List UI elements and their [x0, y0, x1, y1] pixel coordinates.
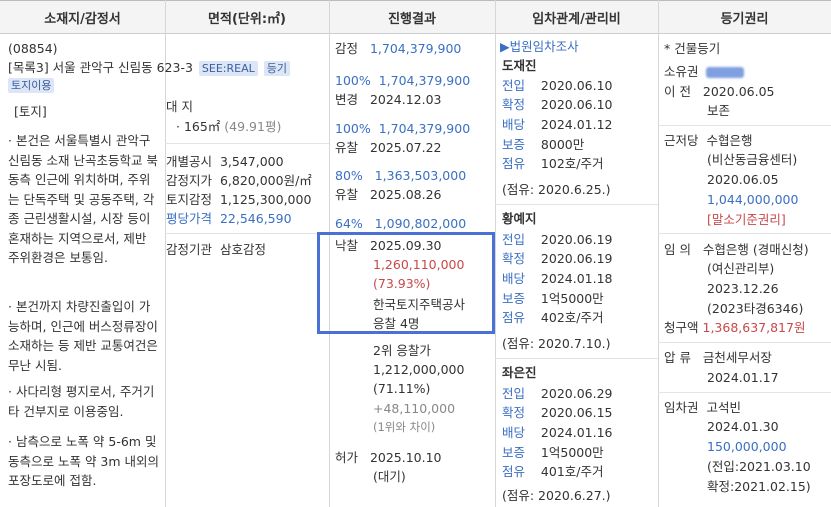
auction-detail-table: 소재지/감정서 면적(단위:㎡) 진행결과 임차관계/관리비 등기권리 (088…: [0, 0, 831, 507]
sold-highlight-box: [317, 232, 495, 334]
leasehold-confirm: 확정:2021.02.15): [707, 479, 811, 494]
building-registry-title: * 건물등기: [664, 41, 721, 56]
description-1: · 본건은 서울특별시 관악구 신림동 소재 난곡초등학교 북동측 인근에 위치…: [8, 133, 158, 265]
round-4-price: 64% 1,090,802,000: [335, 216, 467, 231]
leasehold-amount: 150,000,000: [707, 439, 787, 454]
zipcode: (08854): [8, 41, 58, 56]
mortgage: 근저당 수협은행: [664, 133, 753, 148]
header-registry: 등기권리: [658, 0, 831, 34]
land-use-link[interactable]: 토지이용: [8, 78, 55, 93]
description-3: · 사다리형 평지로서, 주거기타 건부지로 이용중임.: [8, 384, 155, 419]
public-price: 개별공시 3,547,000: [166, 154, 284, 169]
price-per-pyeong: 평당가격 22,546,590: [166, 211, 292, 226]
land-label: [토지]: [14, 104, 47, 119]
registry-link[interactable]: 등기: [263, 61, 290, 76]
leasehold-move-in: (전입:2021.03.10: [707, 459, 811, 474]
header-tenant: 임차관계/관리비: [495, 0, 658, 34]
masked-owner: [706, 67, 745, 78]
second-bid-amount: 1,212,000,000: [373, 362, 465, 377]
appraisal-agency: 감정기관 삼호감정: [166, 242, 266, 257]
permit-note: (대기): [373, 469, 406, 484]
seizure-date: 2024.01.17: [707, 370, 779, 385]
round-1-status: 변경 2024.12.03: [335, 92, 442, 107]
appraisal-value: 감정 1,704,379,900: [335, 41, 462, 56]
permit-status: 허가 2025.10.10: [335, 450, 442, 465]
round-2-status: 유찰 2025.07.22: [335, 140, 442, 155]
bid-difference-note: (1위와 차이): [373, 420, 436, 434]
claim-amount: 청구액 1,368,637,817원: [664, 320, 806, 335]
second-bid-ratio: (71.11%): [373, 381, 431, 396]
mortgage-date: 2020.06.05: [707, 172, 779, 187]
ownership: 소유권: [664, 62, 745, 81]
land-area: · 165㎡ (49.91평): [176, 119, 282, 134]
description-4: · 남측으로 노폭 약 5-6m 및 동측으로 노폭 약 3m 내외의 포장도로…: [8, 434, 160, 488]
mortgage-branch: (비산동금융센터): [707, 152, 798, 167]
second-bid-label: 2위 응찰가: [373, 343, 431, 358]
leasehold: 임차권 고석빈: [664, 400, 741, 415]
tenant-2-name: 황예지: [502, 211, 537, 226]
seizure: 압 류 금천세무서장: [664, 350, 772, 365]
tenant-1-name: 도재진: [502, 58, 537, 73]
header-area: 면적(단위:㎡): [165, 0, 329, 34]
header-result: 진행결과: [329, 0, 495, 34]
round-1-price: 100% 1,704,379,900: [335, 73, 471, 88]
tenant-3-name: 좌은진: [502, 365, 537, 380]
voluntary-auction: 임 의 수협은행 (경매신청): [664, 242, 809, 257]
land-price: 감정지가 6,820,000원/㎡: [166, 173, 312, 188]
auction-date: 2023.12.26: [707, 281, 779, 296]
round-3-price: 80% 1,363,503,000: [335, 168, 467, 183]
round-2-price: 100% 1,704,379,900: [335, 121, 471, 136]
round-3-status: 유찰 2025.08.26: [335, 187, 442, 202]
seereal-link[interactable]: SEE:REAL: [198, 61, 258, 76]
header-location: 소재지/감정서: [0, 0, 165, 34]
auction-department: (여신관리부): [707, 261, 775, 276]
transfer-note: 보존: [707, 103, 731, 118]
bid-difference: +48,110,000: [373, 401, 456, 416]
land-type: 대 지: [166, 99, 193, 114]
case-number: (2023타경6346): [707, 301, 804, 316]
transfer-date: 이 전 2020.06.05: [664, 84, 775, 99]
land-appraisal: 토지감정 1,125,300,000: [166, 192, 312, 207]
address: [목록3] 서울 관악구 신림동 623-3: [8, 60, 193, 75]
leasehold-date: 2024.01.30: [707, 419, 779, 434]
mortgage-amount: 1,044,000,000: [707, 192, 799, 207]
court-tenant-survey-link[interactable]: ▶법원임차조사: [500, 37, 579, 56]
description-2: · 본건까지 차량진출입이 가능하며, 인근에 버스정류장이 소재하는 등 제반…: [8, 299, 158, 373]
extinction-base-right: [말소기준권리]: [707, 212, 786, 227]
